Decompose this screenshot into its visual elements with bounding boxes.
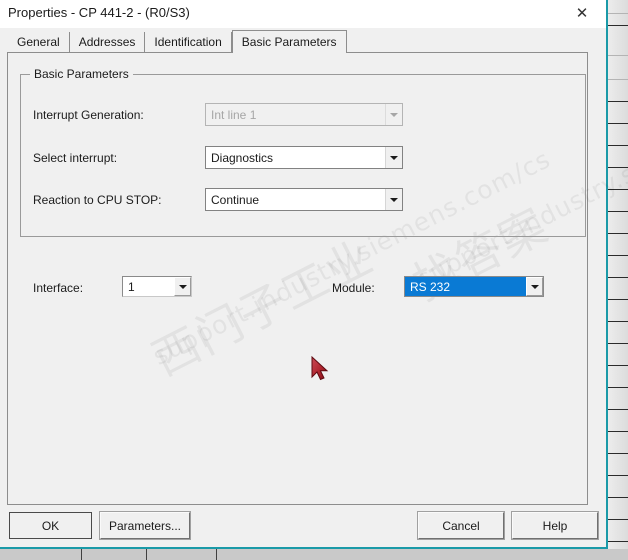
chevron-down-icon[interactable] (385, 189, 402, 210)
background-grid-row (606, 80, 628, 102)
tab-basic-parameters[interactable]: Basic Parameters (231, 30, 347, 53)
background-column-separator (146, 549, 147, 560)
background-grid-row (606, 278, 628, 300)
groupbox-title: Basic Parameters (30, 67, 133, 81)
label-reaction-to-cpu-stop: Reaction to CPU STOP: (33, 193, 162, 207)
title-bar: Properties - CP 441-2 - (R0/S3) ✕ (0, 0, 606, 28)
background-column-separator (216, 549, 217, 560)
background-column-separator (81, 549, 82, 560)
background-grid-row (606, 14, 628, 26)
background-grid-row (606, 190, 628, 212)
combo-interrupt-generation-value: Int line 1 (211, 107, 257, 122)
chevron-down-icon[interactable] (385, 104, 402, 125)
page-title: Properties - CP 441-2 - (R0/S3) (8, 5, 190, 20)
help-button[interactable]: Help (511, 511, 599, 540)
combo-select-interrupt[interactable]: Diagnostics (205, 146, 403, 169)
chevron-down-icon[interactable] (174, 277, 191, 296)
background-grid-row (606, 498, 628, 520)
combo-module-value: RS 232 (405, 277, 526, 296)
background-grid-row (606, 366, 628, 388)
label-select-interrupt: Select interrupt: (33, 151, 118, 165)
background-grid-row (606, 476, 628, 498)
background-grid-row (606, 56, 628, 80)
tab-strip: General Addresses Identification Basic P… (7, 30, 347, 53)
background-grid-row (606, 300, 628, 322)
tab-addresses[interactable]: Addresses (69, 32, 146, 52)
chevron-down-icon[interactable] (385, 147, 402, 168)
background-bottom-table (0, 549, 628, 560)
background-grid-row (606, 124, 628, 146)
background-grid-row (606, 168, 628, 190)
background-grid-row (606, 234, 628, 256)
tab-general[interactable]: General (7, 32, 70, 52)
combo-module[interactable]: RS 232 (404, 276, 544, 297)
combo-interface[interactable]: 1 (122, 276, 192, 297)
chevron-down-icon[interactable] (526, 277, 543, 296)
background-grid-row (606, 388, 628, 410)
background-grid-row (606, 410, 628, 432)
background-grid-row (606, 102, 628, 124)
ok-button[interactable]: OK (9, 512, 92, 539)
background-grid-row (606, 26, 628, 56)
background-grid-column (606, 0, 628, 560)
tab-identification[interactable]: Identification (145, 32, 232, 52)
background-grid-row (606, 256, 628, 278)
combo-reaction-to-cpu-stop[interactable]: Continue (205, 188, 403, 211)
label-interface: Interface: (33, 281, 84, 295)
background-grid-row (606, 344, 628, 366)
background-grid-row (606, 322, 628, 344)
properties-dialog: Properties - CP 441-2 - (R0/S3) ✕ Genera… (0, 0, 628, 549)
combo-interrupt-generation[interactable]: Int line 1 (205, 103, 403, 126)
parameters-button[interactable]: Parameters... (99, 511, 191, 540)
cancel-button[interactable]: Cancel (417, 511, 505, 540)
background-grid-row (606, 0, 628, 14)
close-icon[interactable]: ✕ (564, 0, 600, 26)
label-interrupt-generation: Interrupt Generation: (33, 108, 144, 122)
combo-interface-value: 1 (128, 279, 135, 294)
combo-select-interrupt-value: Diagnostics (211, 150, 274, 165)
background-grid-row (606, 146, 628, 168)
combo-reaction-to-cpu-stop-value: Continue (211, 192, 260, 207)
background-grid-row (606, 432, 628, 454)
background-grid-row (606, 520, 628, 542)
background-grid-row (606, 212, 628, 234)
label-module: Module: (332, 281, 375, 295)
screen: Properties - CP 441-2 - (R0/S3) ✕ Genera… (0, 0, 628, 560)
background-grid-row (606, 454, 628, 476)
